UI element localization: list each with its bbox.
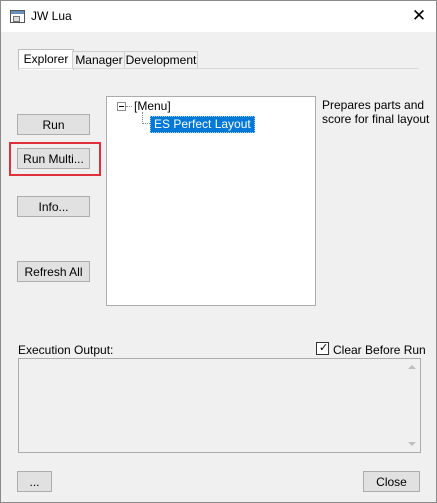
execution-output-label: Execution Output: <box>18 343 114 357</box>
execution-output-box[interactable] <box>18 358 421 453</box>
run-button[interactable]: Run <box>17 114 90 135</box>
info-button[interactable]: Info... <box>17 196 90 217</box>
refresh-all-button[interactable]: Refresh All <box>17 261 90 282</box>
tree-connector <box>126 106 132 107</box>
clear-before-run-checkbox[interactable]: ✓ <box>316 342 329 355</box>
script-tree[interactable]: [Menu] ES Perfect Layout <box>106 96 316 306</box>
tree-item-selected[interactable]: ES Perfect Layout <box>150 116 255 133</box>
collapse-icon[interactable] <box>117 102 126 111</box>
script-description: Prepares parts and score for final layou… <box>322 98 430 126</box>
window-title: JW Lua <box>31 9 72 23</box>
scroll-up-arrow-icon[interactable] <box>408 365 416 369</box>
tree-root-menu[interactable]: [Menu] <box>134 99 171 113</box>
tab-development[interactable]: Development <box>124 51 198 69</box>
checkbox-check-icon: ✓ <box>319 342 329 354</box>
title-bar: JW Lua ✕ <box>1 1 436 32</box>
close-icon[interactable]: ✕ <box>404 3 434 29</box>
tab-divider <box>18 68 419 69</box>
output-scrollbar[interactable] <box>405 359 420 452</box>
app-icon <box>10 10 25 23</box>
scroll-down-arrow-icon[interactable] <box>408 442 416 446</box>
tree-connector <box>142 123 150 124</box>
close-button[interactable]: Close <box>363 471 420 492</box>
clear-before-run-label[interactable]: Clear Before Run <box>333 343 426 357</box>
tab-manager[interactable]: Manager <box>72 51 126 69</box>
run-multi-button[interactable]: Run Multi... <box>17 148 90 169</box>
more-button[interactable]: ... <box>17 471 52 492</box>
tab-explorer[interactable]: Explorer <box>18 49 74 70</box>
jw-lua-dialog: JW Lua ✕ Explorer Manager Development Ru… <box>0 0 437 503</box>
